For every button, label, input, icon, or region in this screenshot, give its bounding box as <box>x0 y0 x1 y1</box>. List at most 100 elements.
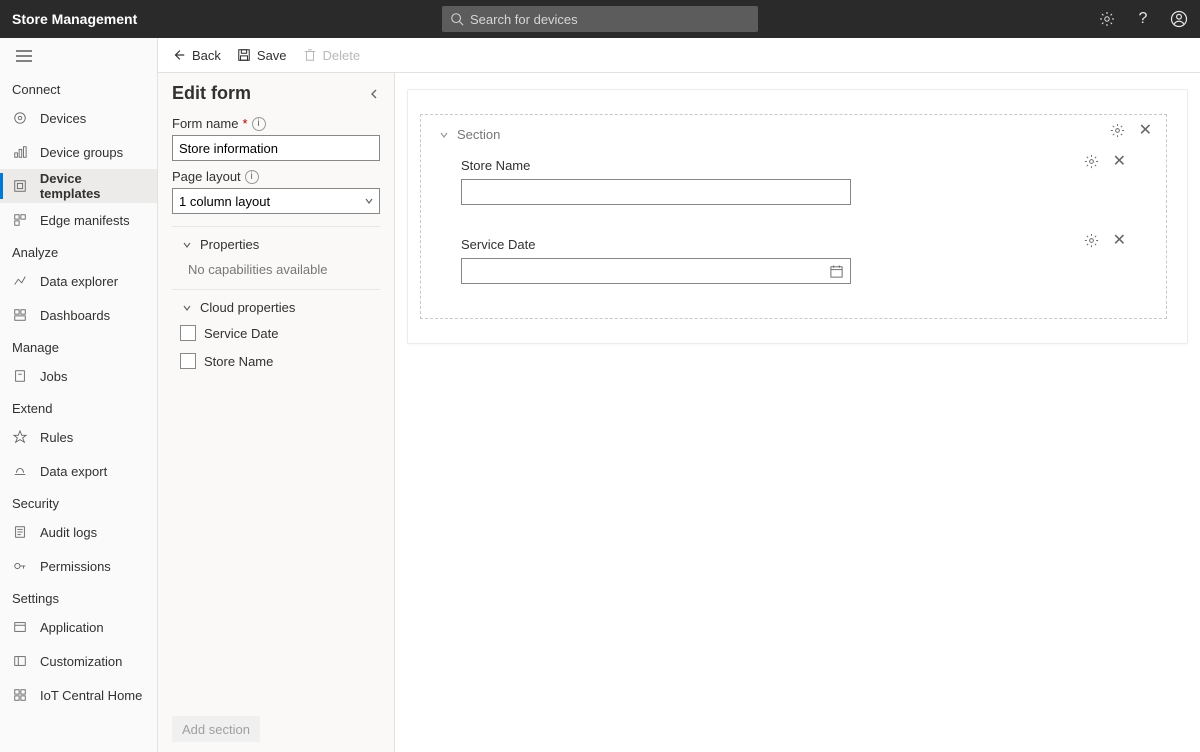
data-explorer-icon <box>12 273 28 289</box>
nav-label: Data export <box>40 464 107 479</box>
chevron-down-icon <box>182 303 192 313</box>
calendar-icon[interactable] <box>829 264 844 279</box>
properties-accordion[interactable]: Properties <box>158 227 394 256</box>
search-input[interactable] <box>470 12 750 27</box>
help-icon[interactable]: ? <box>1134 10 1152 28</box>
nav-label: Devices <box>40 111 86 126</box>
nav-label: Permissions <box>40 559 111 574</box>
search-box[interactable] <box>442 6 758 32</box>
cloud-properties-label: Cloud properties <box>200 300 295 315</box>
checkbox[interactable] <box>180 353 196 369</box>
service-date-input[interactable] <box>461 258 851 284</box>
save-button[interactable]: Save <box>237 48 287 63</box>
nav-group-security: Security <box>0 488 157 515</box>
device-groups-icon <box>12 144 28 160</box>
form-section[interactable]: Section ✕ ✕ <box>420 114 1167 319</box>
nav-device-templates[interactable]: Device templates <box>0 169 157 203</box>
nav-permissions[interactable]: Permissions <box>0 549 157 583</box>
nav-data-export[interactable]: Data export <box>0 454 157 488</box>
page-layout-label: Page layout i <box>172 169 380 184</box>
nav-device-groups[interactable]: Device groups <box>0 135 157 169</box>
form-card: Section ✕ ✕ <box>407 89 1188 344</box>
info-icon[interactable]: i <box>245 170 259 184</box>
nav-application[interactable]: Application <box>0 610 157 644</box>
home-icon <box>12 687 28 703</box>
required-asterisk: * <box>242 116 247 131</box>
cloud-prop-store-name[interactable]: Store Name <box>158 347 394 375</box>
account-icon[interactable] <box>1170 10 1188 28</box>
search-icon <box>450 12 464 26</box>
nav-rules[interactable]: Rules <box>0 420 157 454</box>
nav-customization[interactable]: Customization <box>0 644 157 678</box>
settings-icon[interactable] <box>1098 10 1116 28</box>
jobs-icon <box>12 368 28 384</box>
nav-dashboards[interactable]: Dashboards <box>0 298 157 332</box>
nav-label: Rules <box>40 430 73 445</box>
data-export-icon <box>12 463 28 479</box>
section-remove-icon[interactable]: ✕ <box>1139 123 1152 139</box>
field-service-date[interactable]: ✕ Service Date <box>439 229 1148 294</box>
cloud-properties-accordion[interactable]: Cloud properties <box>158 290 394 319</box>
nav-label: Device templates <box>40 171 145 201</box>
store-name-input[interactable] <box>461 179 851 205</box>
collapse-panel-icon[interactable] <box>368 88 380 100</box>
field-label: Service Date <box>461 237 1148 252</box>
nav-edge-manifests[interactable]: Edge manifests <box>0 203 157 237</box>
save-label: Save <box>257 48 287 63</box>
field-settings-icon[interactable] <box>1084 154 1099 170</box>
nav-devices[interactable]: Devices <box>0 101 157 135</box>
chevron-down-icon[interactable] <box>439 130 449 140</box>
field-remove-icon[interactable]: ✕ <box>1113 233 1126 249</box>
delete-button: Delete <box>303 48 361 63</box>
checkbox-label: Store Name <box>204 354 273 369</box>
section-label: Section <box>457 127 500 142</box>
nav-group-manage: Manage <box>0 332 157 359</box>
nav-iot-central-home[interactable]: IoT Central Home <box>0 678 157 712</box>
nav-label: Audit logs <box>40 525 97 540</box>
page-layout-select[interactable] <box>172 188 380 214</box>
no-capabilities-text: No capabilities available <box>158 256 394 285</box>
devices-icon <box>12 110 28 126</box>
app-title: Store Management <box>12 11 137 27</box>
editor-title: Edit form <box>172 83 251 104</box>
nav-label: Jobs <box>40 369 67 384</box>
section-settings-icon[interactable] <box>1110 123 1125 139</box>
nav-group-extend: Extend <box>0 393 157 420</box>
form-name-label: Form name * i <box>172 116 380 131</box>
customization-icon <box>12 653 28 669</box>
application-icon <box>12 619 28 635</box>
nav-jobs[interactable]: Jobs <box>0 359 157 393</box>
nav-group-settings: Settings <box>0 583 157 610</box>
nav-label: IoT Central Home <box>40 688 142 703</box>
sidebar: Connect Devices Device groups Device tem… <box>0 38 158 752</box>
audit-logs-icon <box>12 524 28 540</box>
field-store-name[interactable]: ✕ Store Name <box>439 150 1148 215</box>
cloud-prop-service-date[interactable]: Service Date <box>158 319 394 347</box>
dashboards-icon <box>12 307 28 323</box>
nav-label: Edge manifests <box>40 213 130 228</box>
field-remove-icon[interactable]: ✕ <box>1113 154 1126 170</box>
back-label: Back <box>192 48 221 63</box>
add-section-button: Add section <box>172 716 260 742</box>
field-settings-icon[interactable] <box>1084 233 1099 249</box>
top-bar: Store Management ? <box>0 0 1200 38</box>
nav-label: Dashboards <box>40 308 110 323</box>
permissions-icon <box>12 558 28 574</box>
back-button[interactable]: Back <box>172 48 221 63</box>
nav-group-analyze: Analyze <box>0 237 157 264</box>
nav-data-explorer[interactable]: Data explorer <box>0 264 157 298</box>
checkbox[interactable] <box>180 325 196 341</box>
field-label: Store Name <box>461 158 1148 173</box>
form-name-input[interactable] <box>172 135 380 161</box>
edge-manifests-icon <box>12 212 28 228</box>
nav-label: Application <box>40 620 104 635</box>
nav-group-connect: Connect <box>0 74 157 101</box>
toolbar: Back Save Delete <box>158 38 1200 73</box>
hamburger-icon[interactable] <box>0 38 157 74</box>
chevron-down-icon <box>182 240 192 250</box>
form-canvas: Section ✕ ✕ <box>395 73 1200 752</box>
checkbox-label: Service Date <box>204 326 278 341</box>
properties-label: Properties <box>200 237 259 252</box>
info-icon[interactable]: i <box>252 117 266 131</box>
nav-audit-logs[interactable]: Audit logs <box>0 515 157 549</box>
